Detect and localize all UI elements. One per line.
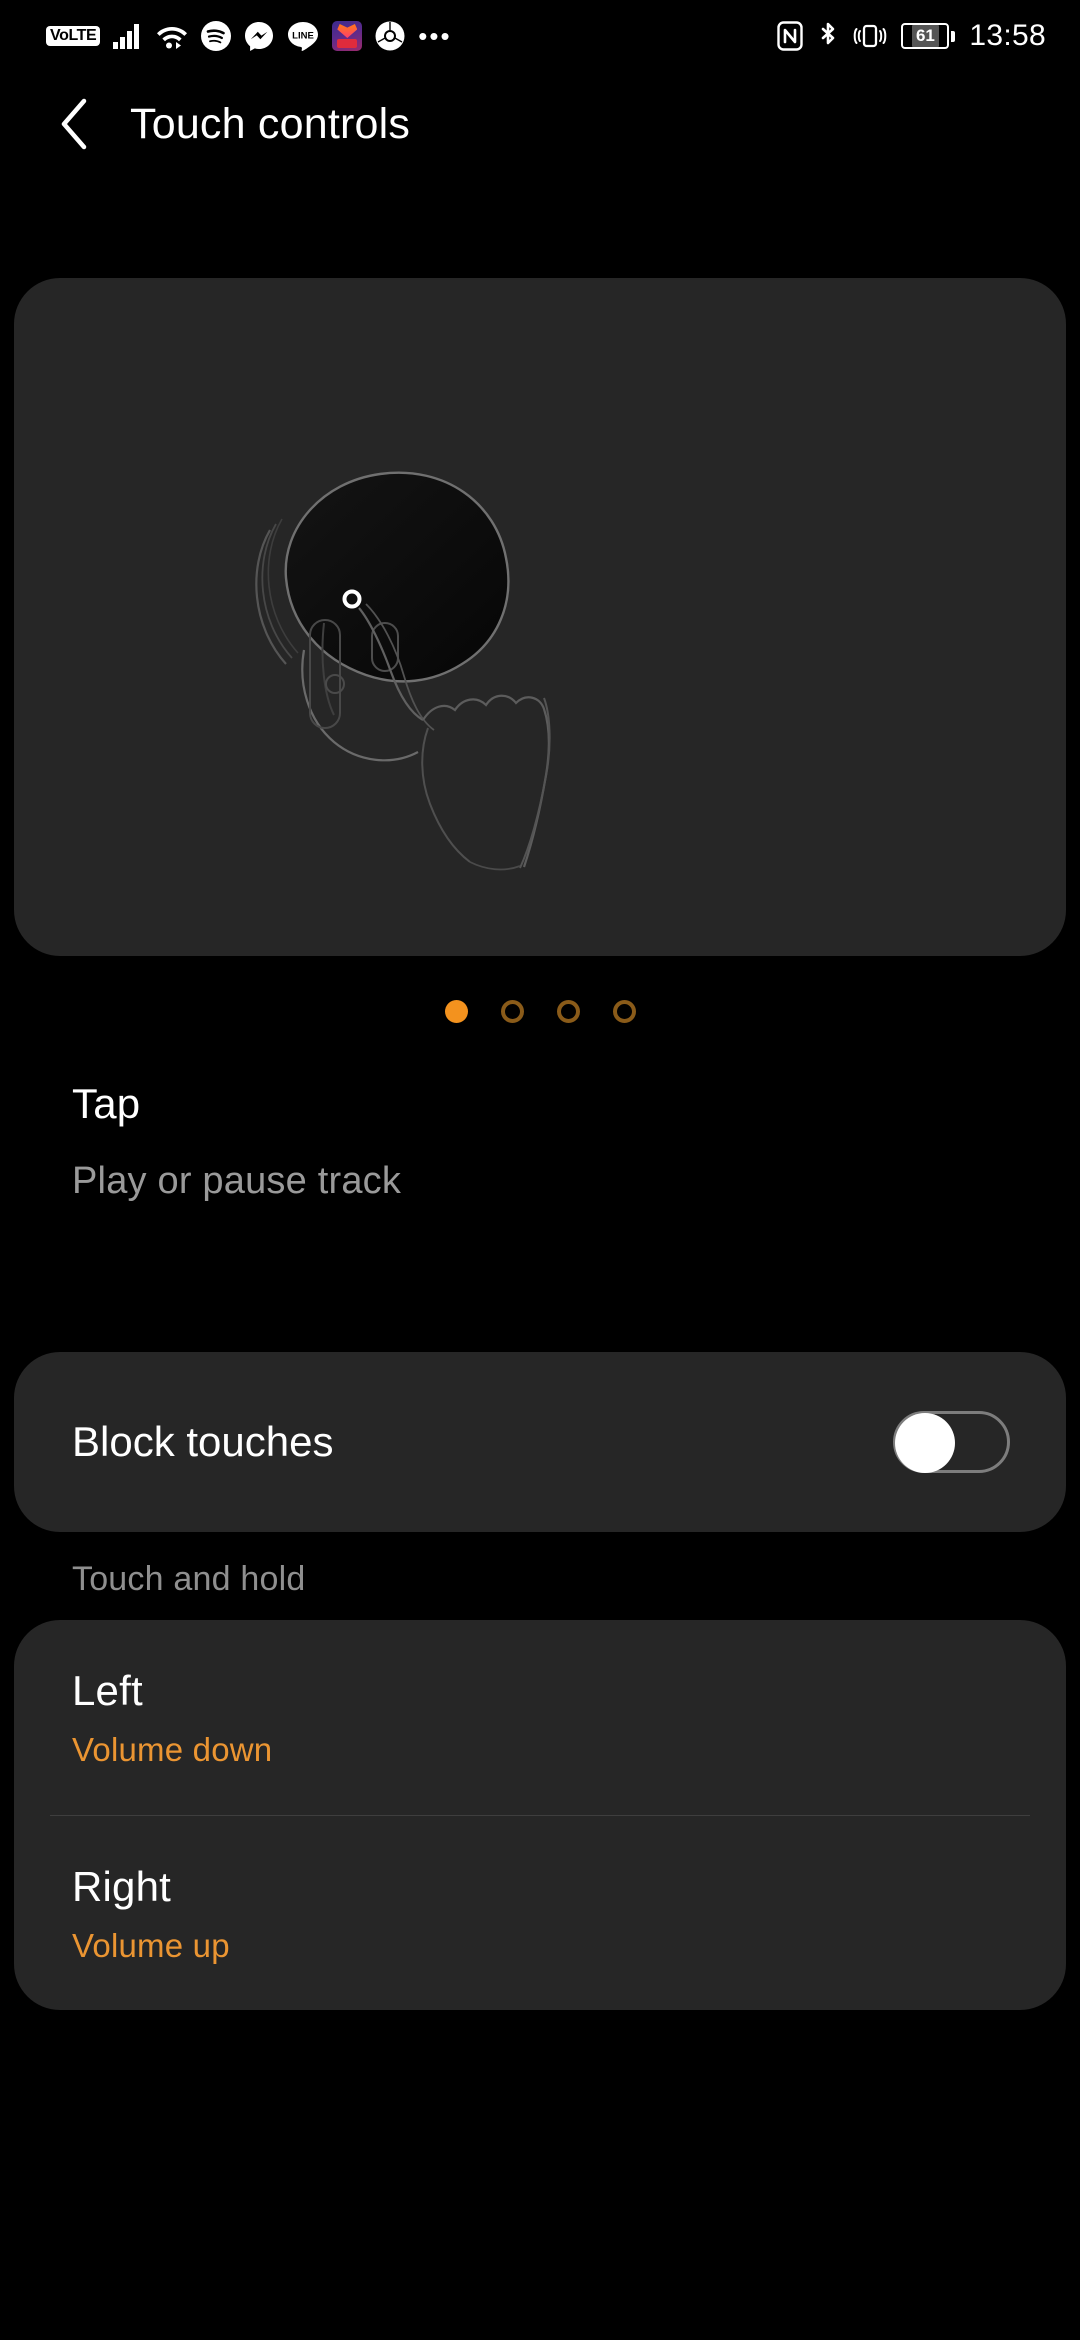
nfc-icon: [777, 21, 804, 51]
status-bar: VoLTE LINE ••• 61 13:58: [0, 0, 1080, 72]
bluetooth-icon: [817, 21, 839, 51]
cellular-signal-icon: [113, 23, 143, 49]
touch-and-hold-right-row[interactable]: Right Volume up: [14, 1816, 1066, 2011]
touch-and-hold-left-row[interactable]: Left Volume down: [14, 1620, 1066, 1815]
gesture-name: Tap: [72, 1080, 141, 1127]
vibrate-icon: [853, 21, 887, 51]
left-row-value: Volume down: [72, 1730, 273, 1768]
back-button[interactable]: [46, 96, 102, 152]
spotify-icon: [201, 21, 232, 51]
lazada-icon: [332, 21, 363, 51]
chevron-left-icon: [61, 98, 87, 150]
block-touches-row[interactable]: Block touches: [14, 1352, 1066, 1532]
status-bar-right-icons: 61 13:58: [777, 19, 1046, 53]
more-notifications-icon: •••: [418, 20, 452, 51]
app-bar: Touch controls: [0, 78, 1080, 170]
touch-and-hold-header: Touch and hold: [72, 1560, 306, 1598]
chrome-icon: [375, 21, 405, 51]
block-touches-toggle[interactable]: [893, 1411, 1010, 1473]
messenger-icon: [244, 21, 274, 51]
pager-dots[interactable]: [0, 1000, 1080, 1023]
gesture-info: Tap Play or pause track: [72, 1080, 972, 1203]
pager-dot-4[interactable]: [612, 1000, 636, 1023]
battery-cap-icon: [951, 30, 956, 42]
battery-indicator: 61: [901, 23, 956, 49]
pager-dot-3[interactable]: [556, 1000, 580, 1023]
block-touches-label: Block touches: [72, 1418, 334, 1465]
earbud-tap-illustration: [255, 471, 551, 871]
line-icon: LINE: [287, 21, 319, 51]
battery-percent-label: 61: [911, 25, 939, 47]
toggle-knob: [895, 1413, 955, 1473]
status-bar-left-icons: VoLTE LINE •••: [46, 21, 452, 51]
phone-screen: VoLTE LINE ••• 61 13:58 Touch controls T…: [0, 0, 1080, 2340]
left-row-title: Left: [72, 1666, 143, 1714]
pager-dot-2[interactable]: [500, 1000, 524, 1023]
page-title: Touch controls: [130, 99, 411, 148]
gesture-description: Play or pause track: [72, 1160, 402, 1202]
touch-and-hold-card: Left Volume down Right Volume up: [14, 1620, 1066, 2010]
wifi-icon: [156, 23, 188, 49]
right-row-title: Right: [72, 1862, 172, 1910]
status-bar-clock: 13:58: [969, 19, 1046, 52]
svg-text:LINE: LINE: [292, 31, 314, 42]
volte-icon: VoLTE: [46, 26, 101, 46]
right-row-value: Volume up: [72, 1926, 230, 1964]
gesture-illustration-card: [14, 278, 1066, 956]
pager-dot-1[interactable]: [444, 1000, 468, 1023]
